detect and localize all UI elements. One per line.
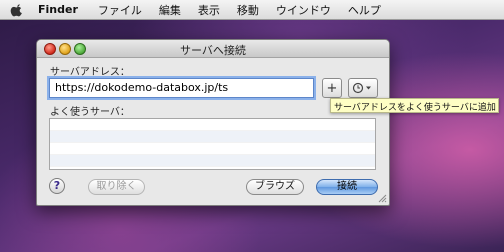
remove-button[interactable]: 取り除く — [88, 179, 145, 195]
recent-servers-button[interactable] — [348, 78, 378, 98]
add-favorite-button[interactable]: + — [322, 78, 342, 98]
help-icon: ? — [53, 179, 61, 192]
server-address-label: サーバアドレス： — [50, 67, 130, 78]
help-button[interactable]: ? — [49, 178, 65, 194]
connect-button[interactable]: 接続 — [316, 179, 378, 195]
menu-finder[interactable]: Finder — [38, 3, 78, 16]
menu-help[interactable]: ヘルプ — [348, 2, 381, 18]
menu-edit[interactable]: 編集 — [159, 2, 181, 18]
browse-button[interactable]: ブラウズ — [246, 179, 304, 195]
plus-icon: + — [326, 80, 338, 96]
clock-dropdown-icon — [352, 82, 371, 94]
window-titlebar[interactable]: サーバへ接続 — [37, 40, 389, 58]
menu-view[interactable]: 表示 — [198, 2, 220, 18]
add-favorite-tooltip: サーバアドレスをよく使うサーバに追加します — [330, 98, 499, 113]
favorite-servers-label: よく使うサーバ： — [50, 107, 130, 118]
menu-file[interactable]: ファイル — [98, 2, 142, 18]
resize-grip-icon[interactable] — [377, 193, 387, 203]
menu-window[interactable]: ウインドウ — [276, 2, 331, 18]
favorite-servers-list[interactable] — [49, 118, 376, 170]
apple-menu-icon[interactable] — [10, 3, 24, 17]
window-title: サーバへ接続 — [180, 44, 246, 57]
menu-go[interactable]: 移動 — [237, 2, 259, 18]
server-address-input[interactable]: https://dokodemo-databox.jp/ts — [49, 78, 314, 98]
connect-to-server-window: サーバへ接続 サーバアドレス： https://dokodemo-databox… — [36, 39, 390, 206]
menu-bar: Finder ファイル 編集 表示 移動 ウインドウ ヘルプ — [0, 0, 504, 20]
